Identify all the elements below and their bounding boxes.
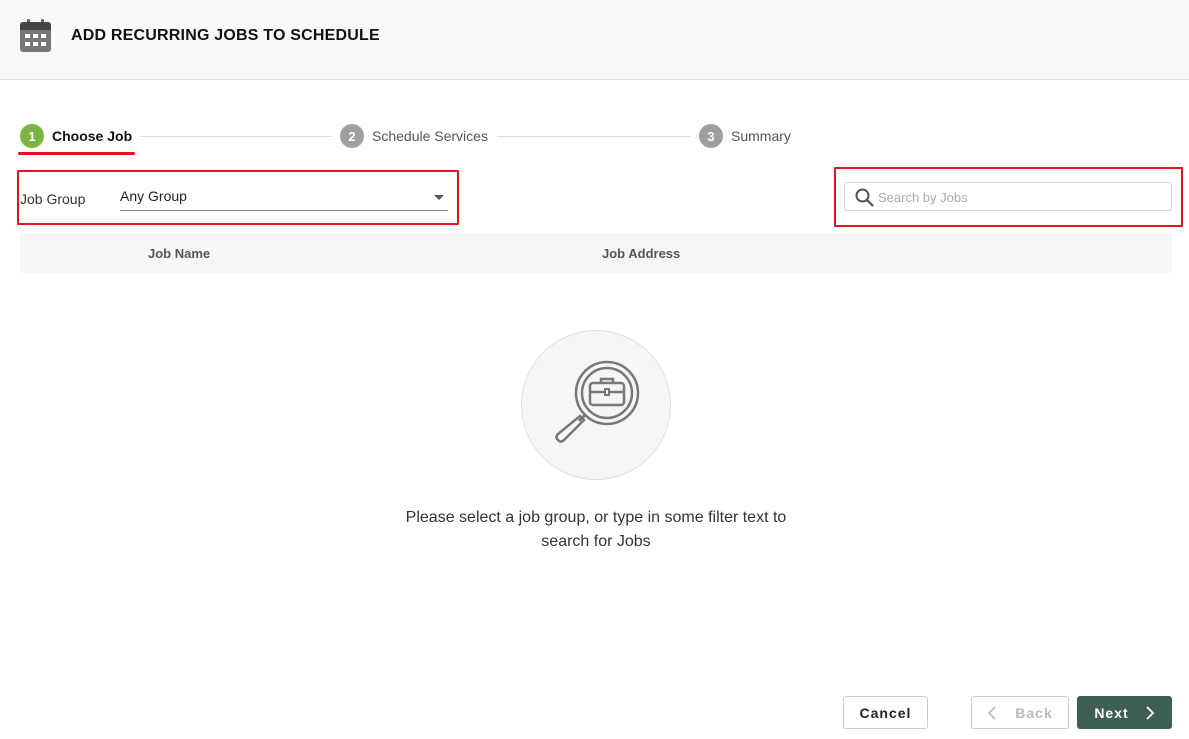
step-connector [140,136,332,137]
job-group-value: Any Group [120,188,187,204]
step-label: Schedule Services [372,128,488,144]
column-header-job-address[interactable]: Job Address [602,246,680,261]
active-step-highlight [18,152,135,155]
job-group-label: Job Group [20,191,86,207]
jobs-table-header: Job Name Job Address [20,233,1172,273]
step-choose-job[interactable]: 1 Choose Job [20,124,132,148]
column-header-job-name[interactable]: Job Name [148,246,210,261]
step-connector [497,136,691,137]
step-summary[interactable]: 3 Summary [699,124,791,148]
empty-state-illustration [521,330,671,480]
step-number: 1 [20,124,44,148]
wizard-stepper: 1 Choose Job 2 Schedule Services 3 Summa… [0,122,1189,152]
search-box[interactable] [844,182,1172,211]
step-schedule-services[interactable]: 2 Schedule Services [340,124,488,148]
next-button-label: Next [1094,704,1129,721]
step-label: Summary [731,128,791,144]
next-button[interactable]: Next [1077,696,1172,729]
step-number: 3 [699,124,723,148]
empty-state-message: Please select a job group, or type in so… [405,509,787,550]
search-icon [855,188,874,207]
chevron-right-icon [1146,705,1154,720]
cancel-button[interactable]: Cancel [843,696,928,729]
job-group-select[interactable]: Any Group [120,182,448,211]
step-label: Choose Job [52,128,133,144]
dialog-header: ADD RECURRING JOBS TO SCHEDULE [0,0,1189,80]
job-search-icon [555,360,640,443]
step-number: 2 [340,124,364,148]
search-input[interactable] [878,185,1163,209]
back-button-label: Back [1015,704,1053,721]
back-button[interactable]: Back [971,696,1069,729]
dialog-title: ADD RECURRING JOBS TO SCHEDULE [71,27,380,44]
chevron-left-icon [987,705,996,720]
caret-down-icon [434,195,444,200]
calendar-icon [20,19,51,52]
